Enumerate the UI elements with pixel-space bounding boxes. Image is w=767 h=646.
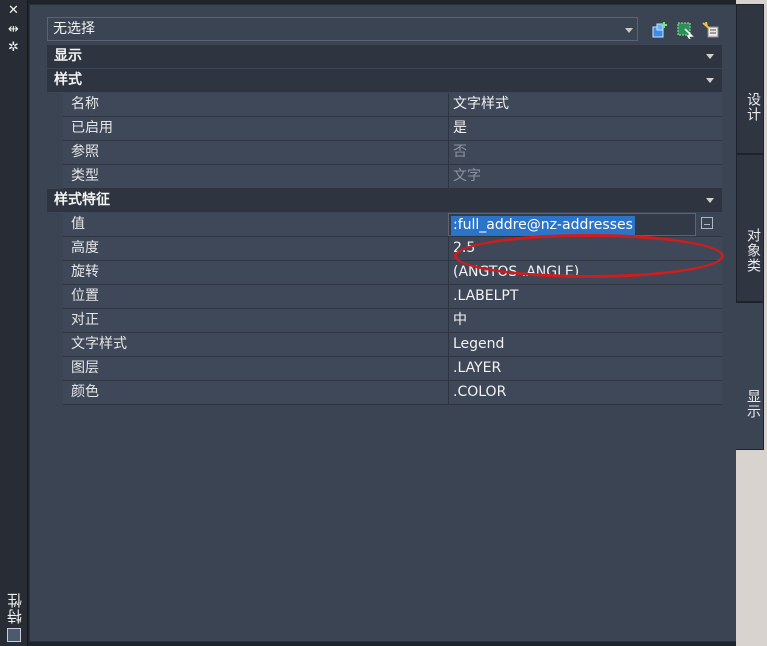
row-gutter xyxy=(47,333,63,357)
value-edit-field[interactable]: :full_addre@nz-addresses xyxy=(448,213,696,236)
expression-editor-button[interactable] xyxy=(701,217,713,229)
property-value[interactable]: .LAYER xyxy=(448,357,722,380)
property-value[interactable]: .COLOR xyxy=(448,381,722,404)
chevron-down-icon[interactable] xyxy=(706,78,714,83)
palette-title: 特性 xyxy=(6,592,24,624)
property-name: 高度 xyxy=(63,237,448,260)
property-name: 值 xyxy=(63,213,448,236)
tab-object-class[interactable]: 对象类 xyxy=(736,154,764,302)
property-value[interactable]: 文字样式 xyxy=(448,93,722,116)
category-label: 样式特征 xyxy=(54,192,110,208)
property-row[interactable]: 对正 中 xyxy=(47,309,722,333)
property-value[interactable]: 中 xyxy=(448,309,722,332)
category-label: 样式 xyxy=(54,72,82,88)
property-value[interactable]: 是 xyxy=(448,117,722,140)
tab-display[interactable]: 显示 xyxy=(736,302,764,450)
quick-select-icon[interactable] xyxy=(702,21,720,39)
chevron-down-icon[interactable] xyxy=(706,198,714,203)
property-name: 参照 xyxy=(63,141,448,164)
property-name: 位置 xyxy=(63,285,448,308)
close-icon[interactable]: ✕ xyxy=(6,4,21,17)
property-name: 图层 xyxy=(63,357,448,380)
property-row[interactable]: 文字样式 Legend xyxy=(47,333,722,357)
palette-tabs: 设计 对象类 显示 xyxy=(736,0,767,646)
properties-panel: 无选择 显示 样式 名称 文字样式 已启用 是 参照 否 类型 文字 样式特征 … xyxy=(29,4,737,642)
row-gutter xyxy=(47,261,63,285)
tab-label: 设计 xyxy=(745,92,761,122)
property-row[interactable]: 类型 文字 xyxy=(47,165,722,189)
property-grid: 显示 样式 名称 文字样式 已启用 是 参照 否 类型 文字 样式特征 值:f… xyxy=(47,45,724,405)
tab-label: 对象类 xyxy=(745,227,761,273)
tab-design[interactable]: 设计 xyxy=(736,4,764,154)
toggle-pickadd-icon[interactable] xyxy=(650,21,668,39)
autohide-icon[interactable]: ⇹ xyxy=(6,23,21,36)
palette-icon xyxy=(7,628,21,642)
property-row[interactable]: 名称 文字样式 xyxy=(47,93,722,117)
property-value[interactable]: Legend xyxy=(448,333,722,356)
property-value: 文字 xyxy=(448,165,722,188)
property-name: 名称 xyxy=(63,93,448,116)
category-style-properties[interactable]: 样式特征 xyxy=(47,189,722,213)
row-gutter xyxy=(47,117,63,141)
property-row[interactable]: 颜色 .COLOR xyxy=(47,381,722,405)
property-name: 旋转 xyxy=(63,261,448,284)
row-gutter xyxy=(47,237,63,261)
property-row[interactable]: 参照 否 xyxy=(47,141,722,165)
options-icon[interactable]: ✲ xyxy=(6,41,21,54)
property-row[interactable]: 位置 .LABELPT xyxy=(47,285,722,309)
row-gutter xyxy=(47,213,63,237)
row-gutter xyxy=(47,141,63,165)
row-gutter xyxy=(47,93,63,117)
property-row[interactable]: 图层 .LAYER xyxy=(47,357,722,381)
row-gutter xyxy=(47,381,63,405)
tab-label: 显示 xyxy=(745,388,761,419)
row-gutter xyxy=(47,309,63,333)
property-row[interactable]: 高度 2.5 xyxy=(47,237,722,261)
property-name: 类型 xyxy=(63,165,448,188)
property-name: 文字样式 xyxy=(63,333,448,356)
selection-dropdown-value: 无选择 xyxy=(53,21,95,37)
chevron-down-icon[interactable] xyxy=(706,54,714,59)
chevron-down-icon[interactable] xyxy=(625,28,633,33)
row-gutter xyxy=(47,357,63,381)
category-label: 显示 xyxy=(54,48,82,64)
row-gutter xyxy=(47,285,63,309)
property-value[interactable]: .LABELPT xyxy=(448,285,722,308)
category-style[interactable]: 样式 xyxy=(47,69,722,93)
property-name: 对正 xyxy=(63,309,448,332)
property-value: 否 xyxy=(448,141,722,164)
row-gutter xyxy=(47,165,63,189)
selected-text[interactable]: :full_addre@nz-addresses xyxy=(451,216,635,235)
property-value[interactable]: (ANGTOS .ANGLE) xyxy=(448,261,722,284)
select-objects-icon[interactable] xyxy=(676,21,694,39)
palette-title-strip: ✕ ⇹ ✲ 特性 xyxy=(0,0,28,646)
property-row[interactable]: 已启用 是 xyxy=(47,117,722,141)
property-value[interactable]: 2.5 xyxy=(448,237,722,260)
property-row[interactable]: 旋转 (ANGTOS .ANGLE) xyxy=(47,261,722,285)
category-display[interactable]: 显示 xyxy=(47,45,722,69)
selection-dropdown[interactable]: 无选择 xyxy=(47,17,638,41)
property-name: 颜色 xyxy=(63,381,448,404)
property-name: 已启用 xyxy=(63,117,448,140)
property-row-value[interactable]: 值 :full_addre@nz-addresses xyxy=(47,213,722,237)
